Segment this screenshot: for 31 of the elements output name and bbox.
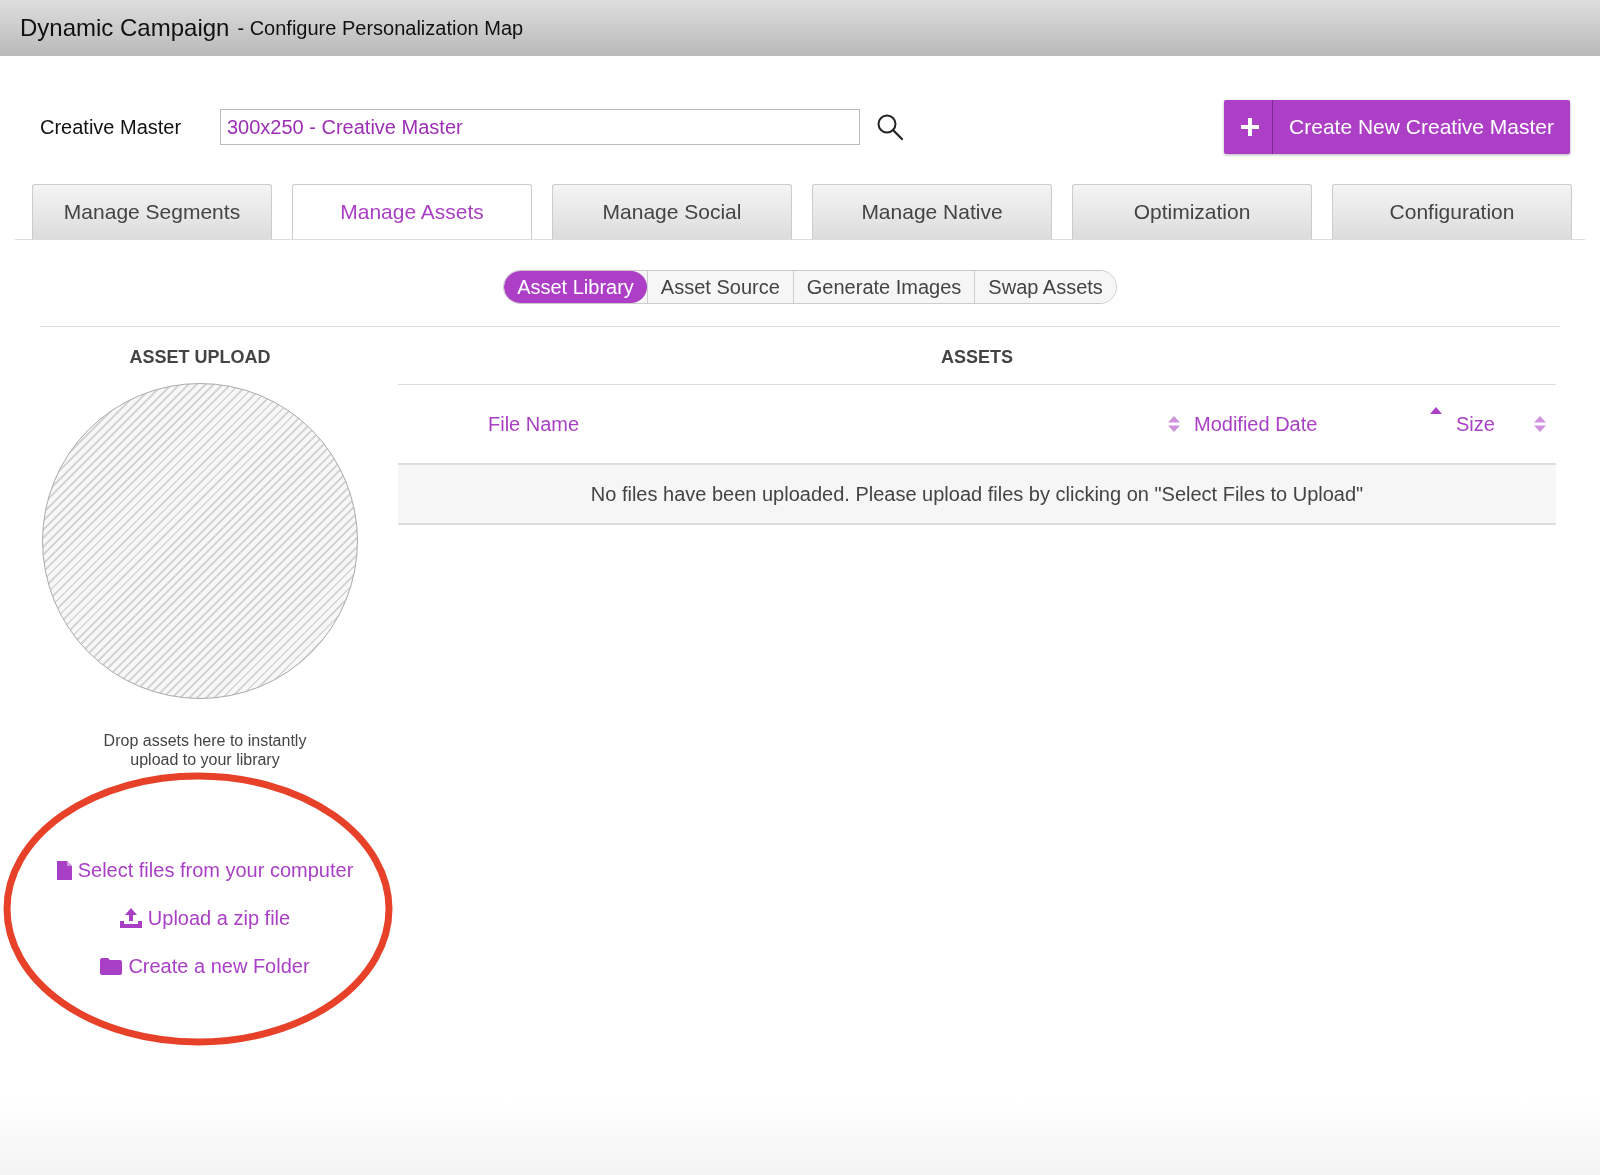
- column-header[interactable]: Size: [1456, 412, 1495, 436]
- tab[interactable]: Manage Social: [552, 184, 792, 239]
- section-heading: ASSETS: [398, 327, 1556, 385]
- tab[interactable]: Manage Assets: [292, 184, 532, 239]
- tab[interactable]: Configuration: [1332, 184, 1572, 239]
- plus-icon: [1240, 117, 1261, 137]
- action-link[interactable]: Select files from your computer: [56, 857, 354, 883]
- section-heading: ASSET UPLOAD: [129, 346, 271, 369]
- empty-table-message: No files have been uploaded. Please upload files by clicking on "Select Files to Upload": [398, 465, 1556, 525]
- search-icon[interactable]: [876, 113, 904, 141]
- sort-icon[interactable]: [1168, 416, 1180, 432]
- field-label: Creative Master: [40, 115, 183, 139]
- create-master-button[interactable]: Create New Creative Master: [1224, 100, 1570, 154]
- sort-ascending-icon[interactable]: [1430, 406, 1442, 415]
- segment-tab[interactable]: Swap Assets: [974, 271, 1116, 303]
- column-header[interactable]: File Name: [488, 412, 580, 436]
- upload-icon: [119, 908, 142, 928]
- column-header[interactable]: Modified Date: [1194, 412, 1318, 436]
- action-link[interactable]: Create a new Folder: [100, 953, 310, 979]
- folder-icon: [100, 957, 123, 975]
- sort-icon[interactable]: [1534, 416, 1546, 432]
- tab[interactable]: Manage Native: [812, 184, 1052, 239]
- action-link[interactable]: Upload a zip file: [119, 905, 291, 931]
- tab[interactable]: Optimization: [1072, 184, 1312, 239]
- window-title: Dynamic Campaign: [20, 14, 230, 42]
- segment-tab[interactable]: Asset Library: [504, 271, 647, 303]
- tab[interactable]: Manage Segments: [32, 184, 272, 239]
- window-subtitle: - Configure Personalization Map: [237, 16, 524, 40]
- document-icon: [56, 860, 72, 880]
- creative-master-field[interactable]: 300x250 - Creative Master: [220, 109, 860, 145]
- drop-hint: Drop assets here to instantly upload to your library: [102, 731, 308, 769]
